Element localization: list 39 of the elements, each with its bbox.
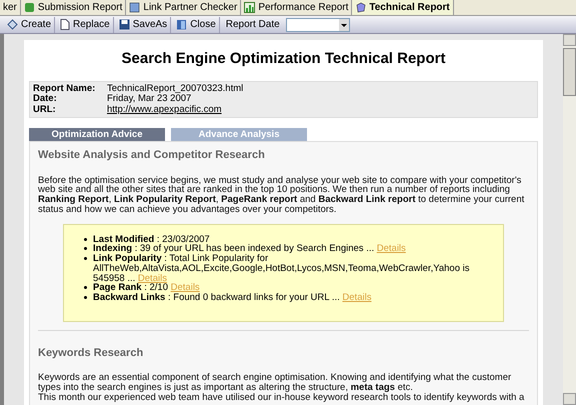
tab[interactable]: Technical Report: [352, 0, 454, 15]
bullet-icon: [84, 296, 87, 299]
info-label: Date:: [33, 94, 58, 104]
section-paragraph: This month our experienced web team have utilised our in-house keyword research tools to identify keywords with a: [38, 392, 526, 402]
toolbar-button[interactable]: Close: [173, 16, 220, 32]
info-label: Report Name:: [33, 84, 96, 94]
info-label: URL:: [33, 104, 57, 115]
section-heading: Website Analysis and Competitor Research: [38, 148, 266, 163]
tab-icon: [129, 2, 140, 12]
info-value: Friday, Mar 23 2007: [107, 94, 192, 104]
bullet-icon: [84, 247, 87, 250]
summary-item: Indexing : 39 of your URL has been indexed by Search Engines ... Details: [93, 244, 406, 254]
summary-item: Backward Links : Found 0 backward links for your URL ... Details: [93, 292, 372, 303]
bullet-icon: [84, 257, 87, 260]
toolbar-button[interactable]: Create: [4, 16, 56, 32]
bullet-icon: [84, 238, 87, 241]
section-paragraph: Before the optimisation service begins, we must study and analyse your web site to compare with your competitor's web site and all the other sites that are ranked in the top 10 positions. We then run a number of reports including Ranking Report, Link Popularity Report, PageRank report and Backward Link report to determine your current status and how we can achieve you advantages over your competitors.: [38, 176, 526, 215]
report-title: Search Engine Optimization Technical Report: [120, 49, 446, 69]
door-icon: [176, 19, 188, 30]
url-link[interactable]: http://www.apexpacific.com: [107, 104, 534, 115]
bullet-icon: [84, 286, 87, 290]
diamond-icon: [7, 19, 18, 30]
tab[interactable]: Performance Report: [241, 0, 352, 15]
info-value: TechnicalReport_20070323.html: [107, 84, 244, 94]
summary-item: Link Popularity : Total Link Popularity for AllTheWeb,AltaVista,AOL,Excite,Google,HotBot,Lycos,MSN,Teoma,WebCrawler,Yahoo is 545958 ... Details: [93, 254, 470, 284]
scrollbar[interactable]: [563, 34, 576, 405]
document-icon: [60, 19, 70, 30]
summary-item: Last Modified : 23/03/2007: [93, 234, 210, 244]
toolbar-button[interactable]: Replace: [57, 16, 114, 32]
toolbar-button[interactable]: SaveAs: [116, 16, 172, 32]
date-dropdown[interactable]: [286, 18, 350, 32]
tab-icon: [24, 2, 35, 12]
section-heading: Keywords Research: [38, 346, 144, 361]
report-tab[interactable]: Optimization Advice: [29, 128, 165, 141]
bar-chart-icon: [244, 2, 256, 12]
report-date-label: Report Date: [224, 18, 281, 32]
summary-item: Page Rank : 2/10 Details: [93, 283, 200, 293]
section-paragraph: Keywords are an essential component of search engine optimisation. Knowing and identifying what the customer types into the search engines is just as important as altering the structure, meta tags etc.: [38, 373, 512, 393]
scrollbar-thumb[interactable]: [563, 48, 576, 96]
